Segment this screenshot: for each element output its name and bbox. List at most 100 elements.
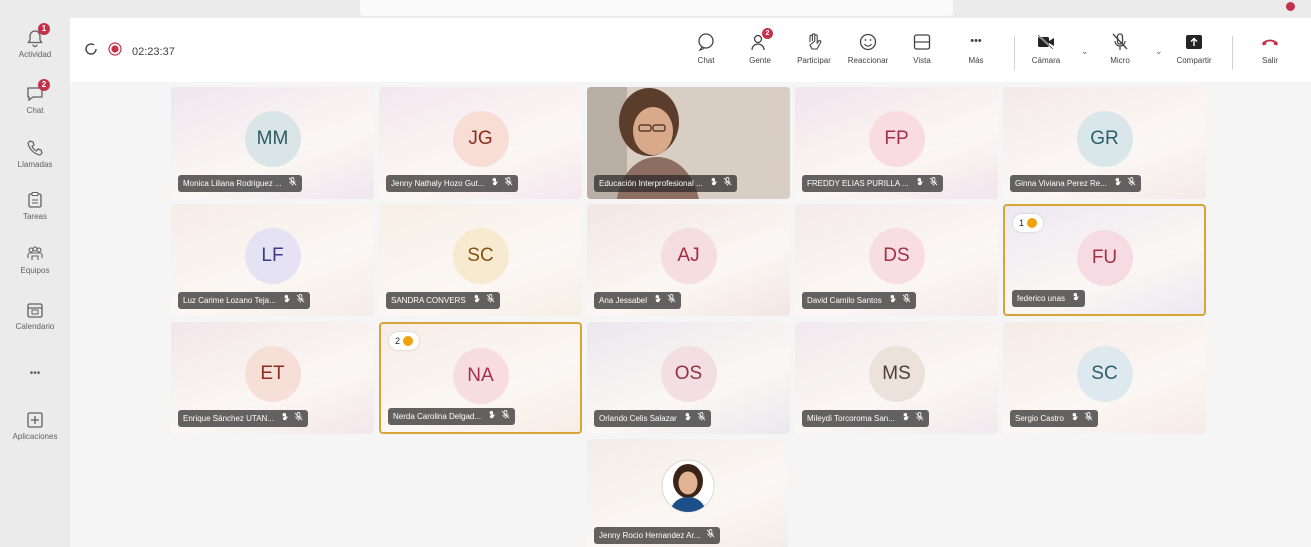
participant-tile[interactable]: AJ Ana Jessabel: [587, 204, 790, 316]
participant-status-icons: [888, 292, 911, 309]
participant-status-icons: [472, 292, 495, 309]
participant-tile[interactable]: DS David Camilo Santos: [795, 204, 998, 316]
participant-name: federico unas: [1017, 294, 1066, 303]
participant-name: Jenny Rocio Hernandez Ar...: [599, 531, 701, 540]
layout-icon: [911, 32, 933, 52]
people-button-label: Gente: [749, 56, 771, 65]
share-label: Compartir: [1176, 56, 1212, 65]
rail-item-chat[interactable]: 2 Chat: [0, 79, 70, 115]
phone-icon: [25, 138, 45, 158]
chat-button[interactable]: Chat: [680, 32, 732, 65]
raise-order: 1: [1019, 218, 1025, 228]
mic-off-icon: [1109, 32, 1131, 52]
participant-avatar: OS: [660, 346, 717, 402]
profile-status-dot: [1286, 2, 1295, 11]
mic-muted-icon: [288, 175, 297, 192]
mic-muted-icon: [697, 410, 706, 427]
rail-item-equipos[interactable]: Equipos: [0, 244, 70, 275]
participant-avatar: LF: [244, 228, 301, 284]
participant-name-tag: FREDDY ELIAS PURILLA ...: [802, 175, 943, 192]
more-button[interactable]: ••• Más: [950, 32, 1002, 65]
camera-button[interactable]: Cámara: [1020, 32, 1072, 65]
participant-status-icons: [1070, 410, 1093, 427]
search-bar[interactable]: [360, 0, 953, 16]
leave-button[interactable]: Salir: [1244, 32, 1296, 65]
participant-status-icons: [280, 410, 303, 427]
hand-status-icon: [280, 410, 289, 427]
participant-name: Educación Interprofesional ...: [599, 179, 703, 188]
participant-name-tag: David Camilo Santos: [802, 292, 916, 309]
participant-tile[interactable]: MS Mileydi Torcoroma San...: [795, 322, 998, 434]
rail-item-calendario[interactable]: Calendario: [0, 300, 70, 331]
camera-options-chevron-icon[interactable]: ⌄: [1081, 46, 1089, 57]
rail-item-aplicaciones[interactable]: Aplicaciones: [0, 410, 70, 441]
participant-tile[interactable]: FP FREDDY ELIAS PURILLA ...: [795, 87, 998, 199]
bell-icon: 1: [25, 23, 50, 48]
window-top-bar: [0, 0, 1311, 18]
camera-label: Cámara: [1031, 56, 1061, 65]
participant-name-tag: Sergio Castro: [1010, 410, 1098, 427]
react-button[interactable]: Reaccionar: [842, 32, 894, 65]
participant-name-tag: Monica Liliana Rodriguez ...: [178, 175, 302, 192]
participant-status-icons: [706, 527, 715, 544]
participant-name-tag: Luz Carime Lozano Teja...: [178, 292, 310, 309]
participant-name: Ginna Viviana Perez Re...: [1015, 179, 1107, 188]
participant-tile[interactable]: LF Luz Carime Lozano Teja...: [171, 204, 374, 316]
raise-hand-button[interactable]: Participar: [788, 32, 840, 65]
participant-grid: MM Monica Liliana Rodriguez ... JG Jenny Na…: [70, 82, 1311, 547]
participant-name: Jenny Nathaly Hozo Gut...: [391, 179, 485, 188]
participant-tile[interactable]: Jenny Rocio Hernandez Ar...: [587, 439, 788, 547]
participant-status-icons: [1071, 290, 1080, 307]
participant-status-icons: [282, 292, 305, 309]
share-screen-icon: [1183, 32, 1205, 52]
mic-muted-icon: [486, 292, 495, 309]
participant-tile[interactable]: NA 2 Nerda Carolina Delgad...: [379, 322, 582, 434]
notification-badge: 2: [38, 79, 50, 91]
participant-tile[interactable]: FU 1 federico unas: [1003, 204, 1206, 316]
participant-name: Mileydi Torcoroma San...: [807, 414, 895, 423]
participant-avatar: FP: [868, 111, 925, 167]
rail-label: Actividad: [18, 50, 52, 59]
participant-avatar: JG: [452, 111, 509, 167]
participant-tile[interactable]: SC Sergio Castro: [1003, 322, 1206, 434]
mic-options-chevron-icon[interactable]: ⌄: [1155, 46, 1163, 57]
rail-item-tareas[interactable]: Tareas: [0, 190, 70, 221]
meeting-toolbar: 02:23:37 Chat 2 Gente Participar Reaccio…: [70, 18, 1311, 82]
participant-tile[interactable]: Educación Interprofesional ...: [587, 87, 790, 199]
calendar-icon: [25, 300, 45, 320]
rail-label: Calendario: [15, 322, 55, 331]
notification-badge: 1: [38, 23, 50, 35]
participant-name-tag: federico unas: [1012, 290, 1086, 307]
mic-button[interactable]: Micro: [1094, 32, 1146, 65]
view-button[interactable]: Vista: [896, 32, 948, 65]
participant-status-icons: [487, 408, 510, 425]
participant-name-tag: Ginna Viviana Perez Re...: [1010, 175, 1141, 192]
hand-status-icon: [709, 175, 718, 192]
people-count-badge: 2: [762, 28, 773, 39]
participant-name: FREDDY ELIAS PURILLA ...: [807, 179, 909, 188]
participant-tile[interactable]: JG Jenny Nathaly Hozo Gut...: [379, 87, 582, 199]
rail-item-actividad[interactable]: 1 Actividad: [0, 23, 70, 59]
participant-status-icons: [653, 292, 676, 309]
share-button[interactable]: Compartir: [1168, 32, 1220, 65]
more-label: Más: [968, 56, 984, 65]
participant-avatar: MS: [868, 346, 925, 402]
react-label: Reaccionar: [847, 56, 889, 65]
participant-avatar: SC: [1076, 346, 1133, 402]
rail-label: Chat: [26, 106, 44, 115]
participant-name: Orlando Celis Salazar: [599, 414, 677, 423]
participant-tile[interactable]: ET Enrique Sánchez UTAN...: [171, 322, 374, 434]
rail-item-llamadas[interactable]: Llamadas: [0, 138, 70, 169]
participant-tile[interactable]: MM Monica Liliana Rodriguez ...: [171, 87, 374, 199]
participant-name-tag: Jenny Nathaly Hozo Gut...: [386, 175, 519, 192]
rail-item-more[interactable]: •••: [0, 366, 70, 379]
participant-name-tag: SANDRA CONVERS: [386, 292, 500, 309]
participant-tile[interactable]: OS Orlando Celis Salazar: [587, 322, 790, 434]
people-button[interactable]: 2 Gente: [734, 28, 786, 65]
mic-muted-icon: [915, 410, 924, 427]
leave-label: Salir: [1261, 56, 1278, 65]
view-label: Vista: [913, 56, 931, 65]
participant-tile[interactable]: SC SANDRA CONVERS: [379, 204, 582, 316]
participant-tile[interactable]: GR Ginna Viviana Perez Re...: [1003, 87, 1206, 199]
participant-name: Enrique Sánchez UTAN...: [183, 414, 275, 423]
